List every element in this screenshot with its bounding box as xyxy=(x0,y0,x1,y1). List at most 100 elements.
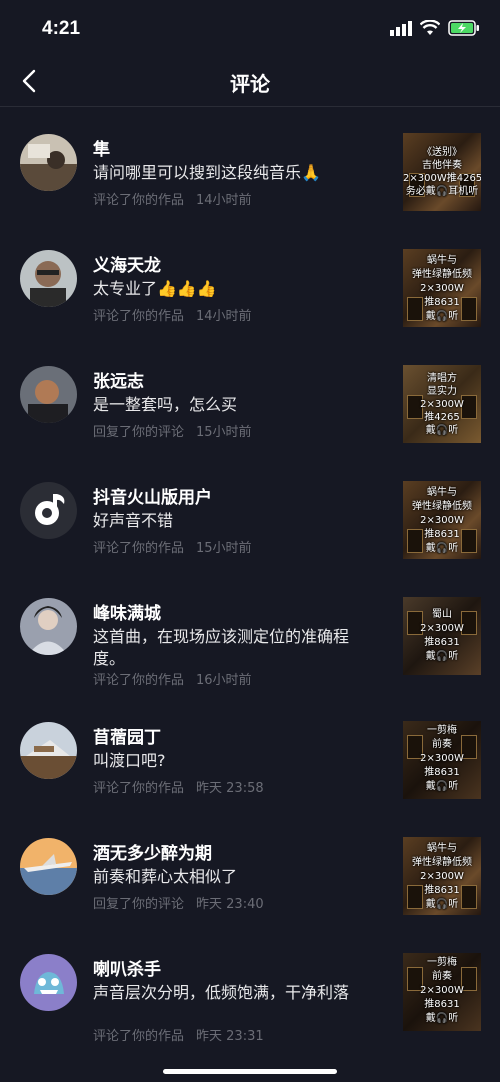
comment-item[interactable]: 苜蓿园丁 叫渡口吧? 评论了你的作品 昨天 23:58 一剪梅 前奏 2×300W… xyxy=(0,695,500,811)
thumb-caption: 2×300W xyxy=(420,515,464,526)
thumb-caption: 前奏 xyxy=(432,739,452,750)
thumb-caption: 弹性绿静低频 xyxy=(412,269,472,280)
avatar[interactable] xyxy=(20,722,77,779)
home-indicator[interactable] xyxy=(163,1069,337,1074)
thumb-caption: 推8631 xyxy=(424,529,460,540)
thumb-caption: 推8631 xyxy=(424,767,460,778)
comment-action: 评论了你的作品 xyxy=(93,193,185,208)
comment-time: 15小时前 xyxy=(196,541,252,556)
thumb-caption: 蜗牛与 xyxy=(427,843,457,854)
page-title: 评论 xyxy=(230,72,270,96)
status-icons xyxy=(390,20,480,36)
thumb-caption: 弹性绿静低频 xyxy=(412,857,472,868)
thumb-caption: 2×300W xyxy=(420,623,464,634)
battery-charging-icon xyxy=(448,20,479,36)
thumb-caption: 推8631 xyxy=(424,637,460,648)
thumb-caption: 前奏 xyxy=(432,971,452,982)
video-thumbnail[interactable]: 蜗牛与 弹性绿静低频 2×300W 推8631 戴🎧听 xyxy=(403,837,481,915)
thumb-caption: 戴🎧听 xyxy=(425,311,459,322)
user-name[interactable]: 喇叭杀手 xyxy=(93,955,161,980)
comment-time: 昨天 23:58 xyxy=(196,781,264,796)
video-thumbnail[interactable]: 清唱方 显实力 2×300W 推4265 戴🎧听 xyxy=(403,365,481,443)
comment-text: 这首曲，在现场应该测定位的准确程度。 xyxy=(93,627,350,668)
video-thumbnail[interactable]: 《送别》 吉他伴奏 2×300W推4265 务必戴🎧耳机听 xyxy=(403,133,481,211)
thumb-caption: 一剪梅 xyxy=(427,725,457,736)
thumb-caption: 戴🎧听 xyxy=(425,899,459,910)
user-name[interactable]: 抖音火山版用户 xyxy=(93,483,212,508)
comment-action: 回复了你的评论 xyxy=(93,425,185,440)
user-name[interactable]: 隼 xyxy=(93,135,110,160)
comment-action: 评论了你的作品 xyxy=(93,1029,185,1044)
comment-text: 声音层次分明，低频饱满，干净利落 xyxy=(93,983,350,1002)
comment-text: 是一整套吗，怎么买 xyxy=(93,395,238,414)
comment-time: 15小时前 xyxy=(196,425,252,440)
status-bar: 4:21 xyxy=(0,0,500,56)
thumb-caption: 推8631 xyxy=(424,999,460,1010)
user-name[interactable]: 酒无多少醉为期 xyxy=(93,839,212,864)
user-name[interactable]: 张远志 xyxy=(93,367,144,392)
comment-meta: 评论了你的作品 14小时前 xyxy=(93,189,252,208)
comment-item[interactable]: 抖音火山版用户 好声音不错 评论了你的作品 15小时前 蜗牛与 弹性绿静低频 2×… xyxy=(0,455,500,571)
comment-time: 14小时前 xyxy=(196,309,252,324)
thumb-caption: 戴🎧听 xyxy=(425,781,459,792)
avatar[interactable] xyxy=(20,598,77,655)
comment-item[interactable]: 酒无多少醉为期 前奏和葬心太相似了 回复了你的评论 昨天 23:40 蜗牛与 弹性… xyxy=(0,811,500,927)
video-thumbnail[interactable]: 蜗牛与 弹性绿静低频 2×300W 推8631 戴🎧听 xyxy=(403,481,481,559)
comment-item[interactable]: 喇叭杀手 声音层次分明，低频饱满，干净利落 评论了你的作品 昨天 23:31 一剪… xyxy=(0,927,500,1051)
comment-meta: 评论了你的作品 14小时前 xyxy=(93,305,252,324)
comment-item[interactable]: 峰味满城 这首曲，在现场应该测定位的准确程度。 评论了你的作品 16小时前 蜀山 … xyxy=(0,571,500,695)
thumb-caption: 显实力 xyxy=(427,386,457,397)
thumb-caption: 弹性绿静低频 xyxy=(412,501,472,512)
thumb-caption: 戴🎧听 xyxy=(425,1013,459,1024)
video-thumbnail[interactable]: 蜀山 2×300W 推8631 戴🎧听 xyxy=(403,597,481,675)
comment-list: 隼 请问哪里可以搜到这段纯音乐🙏 评论了你的作品 14小时前 《送别》 吉他伴奏 … xyxy=(0,107,500,1051)
thumb-caption: 2×300W xyxy=(420,871,464,882)
comment-text: 好声音不错 xyxy=(93,511,174,530)
thumb-caption: 推8631 xyxy=(424,885,460,896)
thumb-caption: 务必戴🎧耳机听 xyxy=(405,186,479,197)
signal-icon xyxy=(390,21,412,36)
thumb-caption: 2×300W xyxy=(420,399,464,410)
thumb-caption: 蜗牛与 xyxy=(427,487,457,498)
comment-time: 14小时前 xyxy=(196,193,252,208)
comment-action: 评论了你的作品 xyxy=(93,309,185,324)
comment-meta: 评论了你的作品 昨天 23:58 xyxy=(93,777,264,796)
thumb-caption: 2×300W推4265 xyxy=(403,173,481,184)
comment-meta: 评论了你的作品 昨天 23:31 xyxy=(93,1025,264,1044)
user-name[interactable]: 峰味满城 xyxy=(93,599,161,624)
avatar[interactable] xyxy=(20,838,77,895)
user-name[interactable]: 苜蓿园丁 xyxy=(93,723,161,748)
comment-meta: 回复了你的评论 昨天 23:40 xyxy=(93,893,264,912)
avatar[interactable] xyxy=(20,954,77,1011)
video-thumbnail[interactable]: 一剪梅 前奏 2×300W 推8631 戴🎧听 xyxy=(403,721,481,799)
comment-action: 回复了你的评论 xyxy=(93,897,185,912)
comment-text: 请问哪里可以搜到这段纯音乐🙏 xyxy=(93,163,321,182)
comment-action: 评论了你的作品 xyxy=(93,781,185,796)
comment-text: 太专业了👍👍👍 xyxy=(93,279,217,298)
comment-action: 评论了你的作品 xyxy=(93,673,185,688)
video-thumbnail[interactable]: 一剪梅 前奏 2×300W 推8631 戴🎧听 xyxy=(403,953,481,1031)
avatar[interactable] xyxy=(20,134,77,191)
user-name[interactable]: 义海天龙 xyxy=(93,251,161,276)
thumb-caption: 《送别》 xyxy=(422,147,462,158)
video-thumbnail[interactable]: 蜗牛与 弹性绿静低频 2×300W 推8631 戴🎧听 xyxy=(403,249,481,327)
thumb-caption: 清唱方 xyxy=(427,373,457,384)
avatar[interactable] xyxy=(20,482,77,539)
thumb-caption: 一剪梅 xyxy=(427,957,457,968)
thumb-caption: 蜗牛与 xyxy=(427,255,457,266)
thumb-caption: 戴🎧听 xyxy=(425,543,459,554)
avatar[interactable] xyxy=(20,250,77,307)
comment-item[interactable]: 张远志 是一整套吗，怎么买 回复了你的评论 15小时前 清唱方 显实力 2×300… xyxy=(0,339,500,455)
comment-time: 16小时前 xyxy=(196,673,252,688)
thumb-caption: 2×300W xyxy=(420,283,464,294)
comment-meta: 回复了你的评论 15小时前 xyxy=(93,421,252,440)
status-time: 4:21 xyxy=(42,18,81,39)
comment-time: 昨天 23:31 xyxy=(196,1029,264,1044)
comment-time: 昨天 23:40 xyxy=(196,897,264,912)
avatar[interactable] xyxy=(20,366,77,423)
comment-item[interactable]: 隼 请问哪里可以搜到这段纯音乐🙏 评论了你的作品 14小时前 《送别》 吉他伴奏 … xyxy=(0,107,500,223)
thumb-caption: 蜀山 xyxy=(432,609,452,620)
thumb-caption: 2×300W xyxy=(420,985,464,996)
comment-item[interactable]: 义海天龙 太专业了👍👍👍 评论了你的作品 14小时前 蜗牛与 弹性绿静低频 2×3… xyxy=(0,223,500,339)
thumb-caption: 推8631 xyxy=(424,297,460,308)
